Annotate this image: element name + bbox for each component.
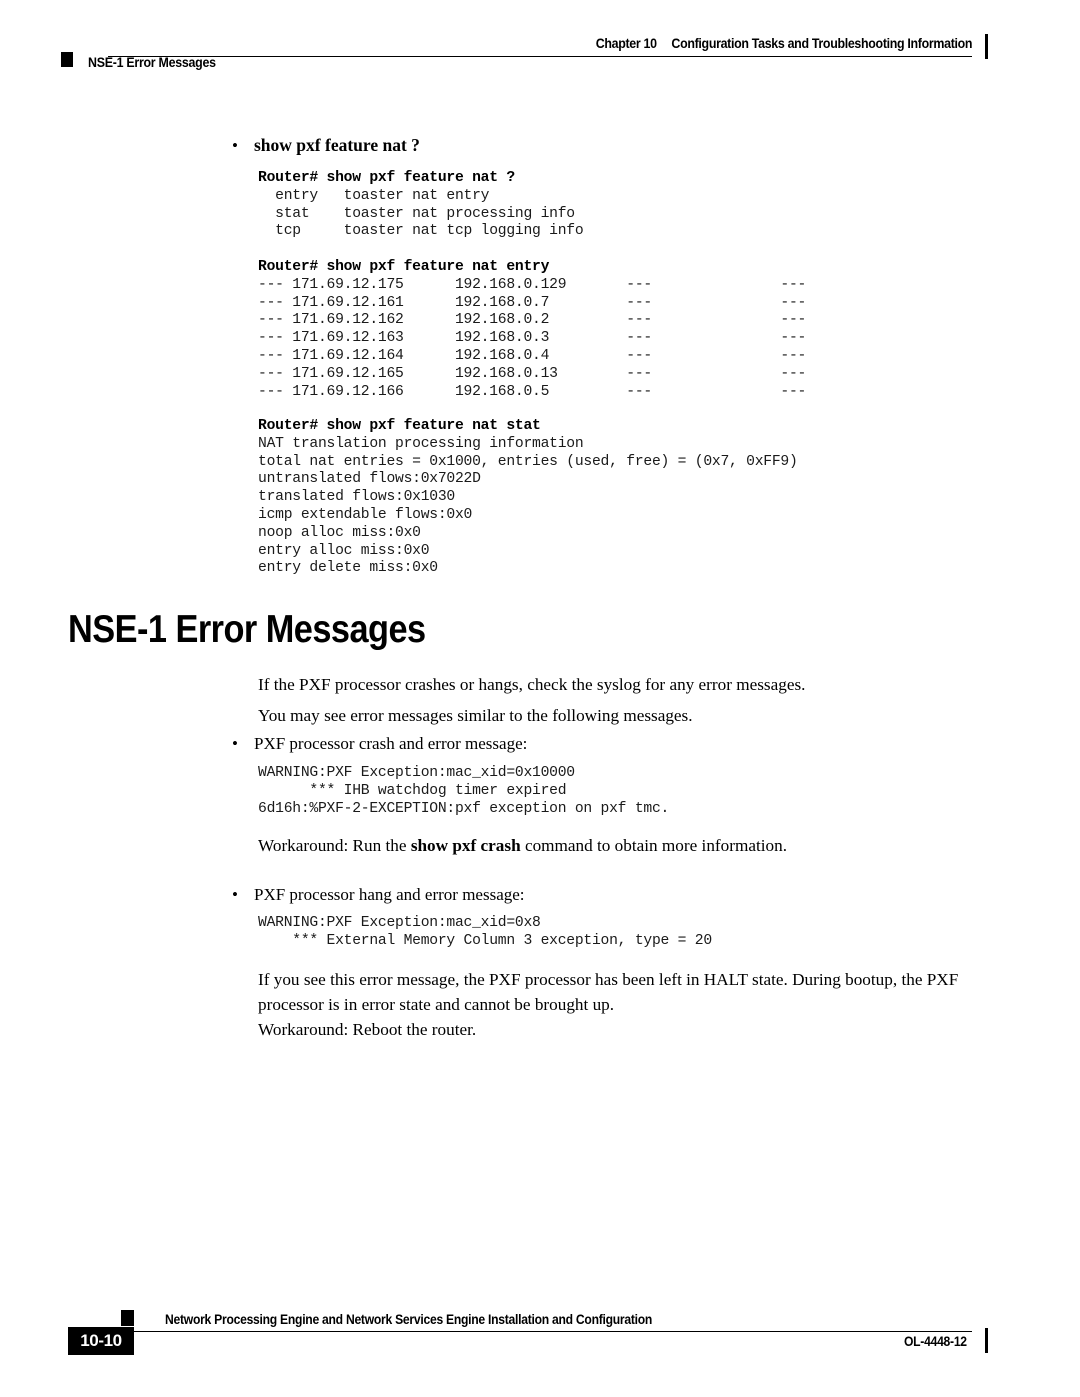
code-line-crash-3: 6d16h:%PXF-2-EXCEPTION:pxf exception on … [258,800,670,817]
bullet-glyph-icon: • [232,885,238,904]
code-prompt-entry: Router# [258,259,327,275]
code-line-help-1: entry toaster nat entry [258,187,490,204]
header-chapter-line: Chapter 10 Configuration Tasks and Troubl… [595,36,973,51]
bullet-label-show-pxf-feature-nat: show pxf feature nat ? [254,135,420,155]
bullet-item-hang: • PXF processor hang and error message: [232,884,852,905]
page-title: NSE-1 Error Messages [68,608,426,651]
code-line-stat-8: entry delete miss:0x0 [258,560,438,577]
header-section-label: NSE-1 Error Messages [88,55,216,70]
header-chapter-title: Configuration Tasks and Troubleshooting … [671,36,972,51]
code-line-entry-7: --- 171.69.12.166 192.168.0.5 --- --- [258,383,807,400]
paragraph-intro-2: You may see error messages similar to th… [258,706,693,725]
workaround-crash-command: show pxf crash [410,836,521,855]
code-line-entry-6: --- 171.69.12.165 192.168.0.13 --- --- [258,365,807,382]
workaround-crash-pre: Workaround: Run the [258,836,411,855]
code-line-entry-4: --- 171.69.12.163 192.168.0.3 --- --- [258,330,807,347]
bullet-glyph-icon: • [232,136,238,155]
code-line-entry-3: --- 171.69.12.162 192.168.0.2 --- --- [258,312,807,329]
footer-end-tick [985,1328,988,1353]
bullet-item-crash: • PXF processor crash and error message: [232,733,852,754]
code-line-crash-2: *** IHB watchdog timer expired [258,782,567,799]
code-line-entry-1: --- 171.69.12.175 192.168.0.129 --- --- [258,276,807,293]
code-line-stat-1: NAT translation processing information [258,435,584,452]
code-line-help-2: stat toaster nat processing info [258,205,575,222]
code-line-crash-1: WARNING:PXF Exception:mac_xid=0x10000 [258,765,575,781]
code-block-nat-help: Router# show pxf feature nat ? entry toa… [258,170,584,241]
code-line-entry-2: --- 171.69.12.161 192.168.0.7 --- --- [258,294,807,311]
code-line-stat-5: icmp extendable flows:0x0 [258,506,473,523]
code-block-hang: WARNING:PXF Exception:mac_xid=0x8 *** Ex… [258,915,712,951]
footer-document-title: Network Processing Engine and Network Se… [165,1312,653,1327]
footer-document-number: OL-4448-12 [904,1334,967,1349]
code-command-stat: show pxf feature nat stat [326,418,541,434]
header-chapter-number: Chapter 10 [595,36,657,51]
header-square-marker-icon [61,52,73,67]
paragraph-workaround-crash: Workaround: Run the show pxf crash comma… [258,833,1018,858]
code-block-crash: WARNING:PXF Exception:mac_xid=0x10000 **… [258,765,669,818]
bullet-label-crash: PXF processor crash and error message: [254,734,528,753]
page-header: Chapter 10 Configuration Tasks and Troubl… [0,0,1080,90]
workaround-crash-post: command to obtain more information. [520,836,787,855]
code-line-hang-2: *** External Memory Column 3 exception, … [258,932,712,949]
paragraph-intro-1: If the PXF processor crashes or hangs, c… [258,675,806,694]
header-end-tick [985,34,988,59]
bullet-item-show-pxf-feature-nat: • show pxf feature nat ? [232,135,852,157]
bullet-glyph-icon: • [232,734,238,753]
code-command-help: show pxf feature nat ? [326,170,516,186]
paragraph-halt-state: If you see this error message, the PXF p… [258,970,959,1014]
code-block-nat-stat: Router# show pxf feature nat stat NAT tr… [258,418,798,578]
code-line-entry-5: --- 171.69.12.164 192.168.0.4 --- --- [258,347,807,364]
code-prompt-stat: Router# [258,418,327,434]
paragraph-workaround-reboot: Workaround: Reboot the router. [258,1020,477,1039]
code-prompt-help: Router# [258,170,327,186]
code-line-hang-1: WARNING:PXF Exception:mac_xid=0x8 [258,915,541,931]
code-line-stat-3: untranslated flows:0x7022D [258,471,481,488]
code-line-stat-2: total nat entries = 0x1000, entries (use… [258,453,798,470]
page-number-badge: 10-10 [68,1327,134,1355]
footer-rule [108,1331,972,1332]
code-line-stat-4: translated flows:0x1030 [258,489,455,506]
code-line-help-3: tcp toaster nat tcp logging info [258,223,584,240]
code-block-nat-entry: Router# show pxf feature nat entry --- 1… [258,259,806,401]
code-line-stat-6: noop alloc miss:0x0 [258,524,421,541]
code-command-entry: show pxf feature nat entry [326,259,550,275]
header-rule [108,56,972,57]
bullet-label-hang: PXF processor hang and error message: [254,885,525,904]
code-line-stat-7: entry alloc miss:0x0 [258,542,430,559]
footer-square-marker-icon [121,1310,134,1326]
